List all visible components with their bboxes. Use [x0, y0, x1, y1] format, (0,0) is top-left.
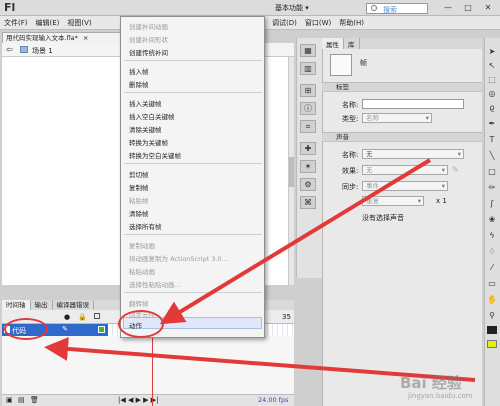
arrow-to-actions [159, 158, 432, 325]
annotation-arrows [44, 158, 476, 382]
flash-ide-window: Fl 基本功能 ▾ 搜索 — □ ✕ 文件(F) 编辑(E) 视图(V) 调试(… [0, 0, 500, 406]
watermark-logo: Bai 经验 [400, 374, 462, 392]
watermark-url: jingyan.baidu.com [408, 392, 473, 400]
